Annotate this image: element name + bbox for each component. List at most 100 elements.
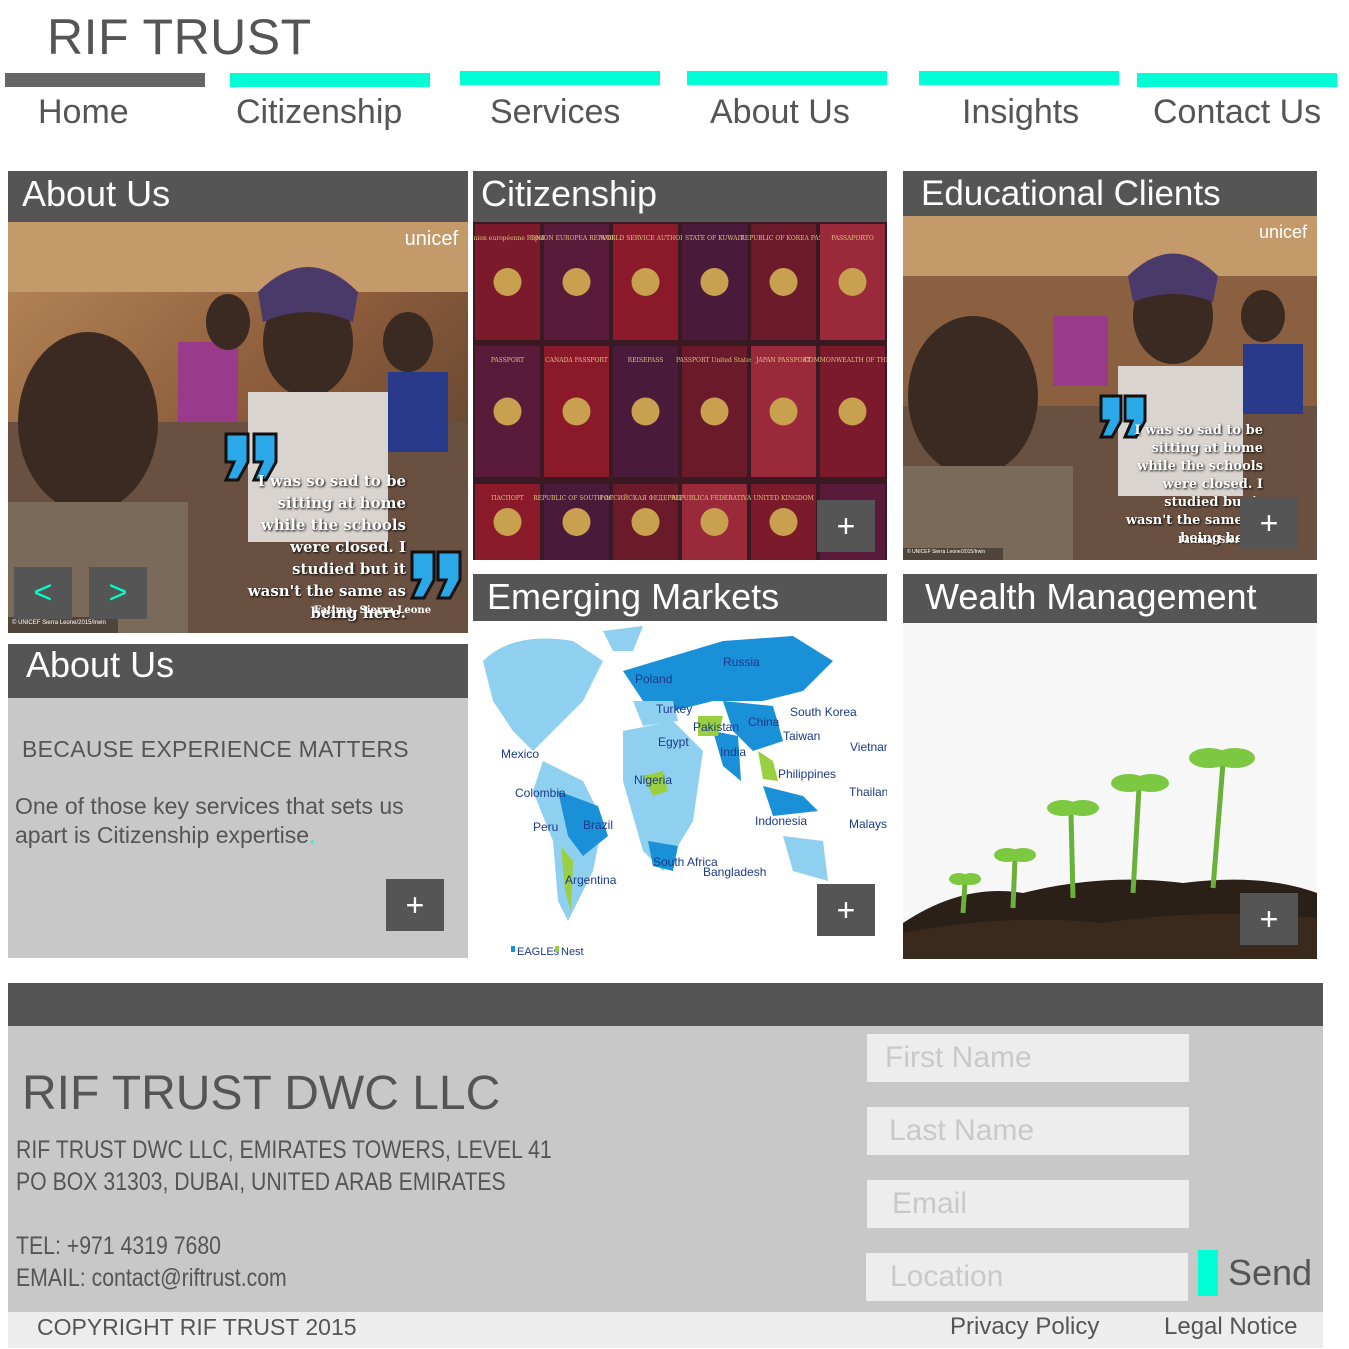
map-country-label: Taiwan [783, 729, 820, 743]
unicef-photo-about: unicef I was so sad to be sitting at hom… [8, 222, 468, 633]
nav-indicator-insights [919, 71, 1119, 85]
company-name: RIF TRUST DWC LLC [22, 1067, 501, 1120]
passport-label: CANADA PASSPORT [545, 357, 608, 364]
passport-emblem [493, 397, 522, 426]
wealth-tile-title: Wealth Management [903, 574, 1317, 623]
unicef-logo-2: unicef [1258, 222, 1307, 242]
nav-contact-us[interactable]: Contact Us [1153, 93, 1321, 132]
map-country-label: Argentina [565, 873, 617, 887]
map-country-label: Russia [723, 655, 760, 669]
map-country-label: Peru [533, 820, 558, 834]
passport-emblem [493, 508, 522, 536]
copyright-bar: COPYRIGHT RIF TRUST 2015 [8, 1312, 1323, 1348]
send-accent-bar [1198, 1250, 1218, 1296]
photo-credit-2: © UNICEF Sierra Leone/2015/Irwin [907, 549, 986, 555]
photo-credit: © UNICEF Sierra Leone/2015/Irwin [12, 620, 106, 626]
telephone: TEL: +971 4319 7680 [16, 1232, 222, 1260]
passport-label: ПАСПОРТ [491, 495, 524, 502]
nav-services[interactable]: Services [490, 93, 620, 132]
last-name-input[interactable] [867, 1107, 1189, 1155]
nav-about-us[interactable]: About Us [710, 93, 850, 132]
passport-emblem [700, 397, 729, 426]
location-input[interactable] [866, 1253, 1188, 1301]
quote-attribution: Fatima, Sierra Leone [314, 605, 432, 616]
passport-emblem [769, 508, 798, 536]
legend-eagles-swatch [511, 946, 515, 952]
wealth-more-button[interactable]: + [1240, 893, 1298, 945]
about-body-text: One of those key services that sets us a… [15, 793, 404, 848]
passport-label: COMMONWEALTH OF THE BA [804, 357, 887, 364]
email-address[interactable]: EMAIL: contact@riftrust.com [16, 1264, 287, 1293]
passport-label: PASSPORT United States [676, 357, 753, 364]
passport-emblem [562, 508, 591, 536]
passport-emblem [838, 268, 867, 296]
passport-emblem [562, 397, 591, 426]
passport-label: UNITED KINGDOM [753, 495, 814, 502]
about-tile-title: About Us [8, 644, 468, 698]
educational-tile-title: Educational Clients [903, 171, 1317, 216]
unicef-quote: I was so sad to be sitting at home while… [247, 472, 406, 622]
about-more-button[interactable]: + [386, 879, 444, 931]
send-button[interactable]: Send [1228, 1252, 1312, 1294]
map-country-label: Philippines [778, 767, 836, 781]
map-country-label: Turkey [656, 702, 692, 716]
legend-nest-label: Nest [561, 946, 584, 958]
address-line-2: PO BOX 31303, DUBAI, UNITED ARAB EMIRATE… [16, 1168, 506, 1196]
address-line-1: RIF TRUST DWC LLC, EMIRATES TOWERS, LEVE… [16, 1136, 552, 1164]
map-country-label: Mexico [501, 747, 539, 761]
passport-label: PASSAPORTO [831, 235, 874, 242]
citizenship-more-button[interactable]: + [817, 500, 875, 552]
map-country-label: Bangladesh [703, 865, 766, 879]
map-country-label: India [720, 745, 746, 759]
footer-header-bar [8, 983, 1323, 1026]
passport-emblem [631, 508, 660, 536]
email-input[interactable] [867, 1180, 1189, 1228]
nav-indicator-home [5, 73, 205, 87]
passport-emblem [631, 268, 660, 296]
passport-emblem [838, 397, 867, 426]
passport-emblem [769, 397, 798, 426]
map-country-label: South Korea [790, 705, 857, 719]
passport-label: STATE OF KUWAIT [685, 235, 744, 242]
passport-label: WORLD SERVICE AUTHORIT [600, 235, 691, 242]
map-country-label: Nigeria [634, 773, 672, 787]
legend-nest-swatch [555, 946, 559, 952]
unicef-logo: unicef [404, 228, 458, 250]
slider-next-button[interactable]: > [89, 567, 147, 619]
citizenship-tile-title: Citizenship [473, 171, 887, 222]
map-country-label: Thailand [849, 785, 887, 799]
map-country-label: China [748, 715, 780, 729]
nav-insights[interactable]: Insights [962, 93, 1079, 132]
passport-emblem [631, 397, 660, 426]
nav-indicator-contact [1137, 73, 1337, 87]
map-country-label: Indonesia [755, 814, 807, 828]
map-country-label: Egypt [658, 735, 689, 749]
nav-indicator-about [687, 71, 887, 85]
about-slider-title: About Us [8, 171, 468, 222]
nav-indicator-citizenship [230, 73, 430, 87]
passport-emblem [700, 268, 729, 296]
passport-emblem [493, 268, 522, 296]
legal-notice-link[interactable]: Legal Notice [1164, 1313, 1297, 1341]
nav-citizenship[interactable]: Citizenship [236, 93, 402, 132]
passport-label: REISEPASS [628, 357, 664, 364]
passport-emblem [562, 268, 591, 296]
map-country-label: Vietnam [850, 740, 887, 754]
passport-emblem [700, 508, 729, 536]
nav-home[interactable]: Home [38, 93, 129, 132]
slider-prev-button[interactable]: < [14, 567, 72, 619]
educational-more-button[interactable]: + [1240, 497, 1298, 549]
site-logo-text[interactable]: RIF TRUST [47, 8, 312, 66]
privacy-policy-link[interactable]: Privacy Policy [950, 1313, 1099, 1341]
map-country-label: Brazil [583, 818, 613, 832]
passport-label: REPUBLICA FEDERATIVA D [671, 495, 758, 502]
emerging-more-button[interactable]: + [817, 884, 875, 936]
map-country-label: Pakistan [693, 720, 739, 734]
passport-emblem [769, 268, 798, 296]
about-tagline: BECAUSE EXPERIENCE MATTERS [22, 736, 409, 762]
map-country-label: Poland [635, 672, 672, 686]
passport-label: REPUBLIC OF KOREA PASS [740, 235, 826, 242]
first-name-input[interactable] [867, 1034, 1189, 1082]
passport-label: PASSPORT [491, 357, 524, 364]
map-country-label: Malaysia [849, 817, 887, 831]
